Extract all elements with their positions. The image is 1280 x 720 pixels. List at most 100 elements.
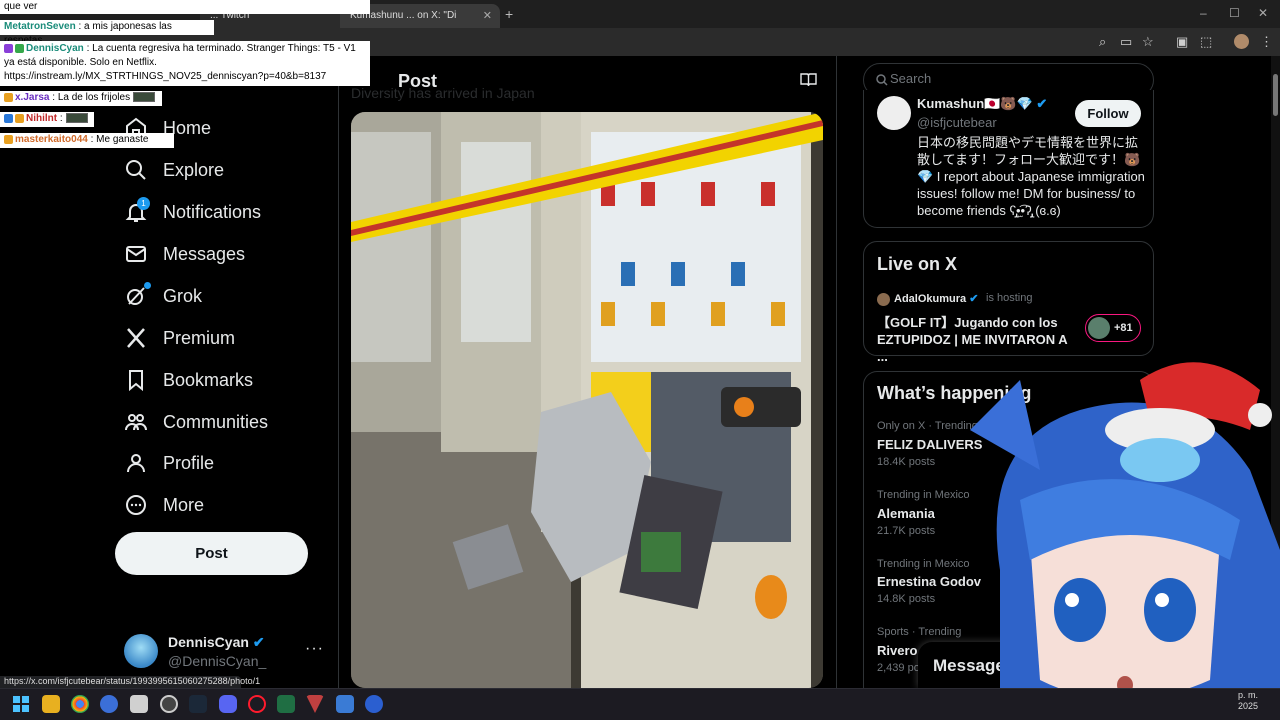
emote-icon	[133, 92, 156, 103]
trend-name[interactable]: Alemania	[877, 506, 935, 521]
cast-icon[interactable]: ▭	[1120, 34, 1132, 50]
account-more-button[interactable]: ···	[305, 640, 324, 658]
host-name-text: AdalOkumura	[894, 293, 967, 305]
nav-more[interactable]: More	[124, 487, 204, 523]
trend-meta: Sports · Trending	[877, 626, 962, 638]
profile-avatar[interactable]	[1234, 34, 1249, 49]
badge-icon	[4, 43, 13, 53]
search-icon	[126, 160, 146, 180]
trend-count: 2,439 po	[877, 662, 920, 674]
app-icon[interactable]	[336, 695, 354, 713]
chat-text: que ver	[4, 1, 38, 12]
post-button[interactable]: Post	[115, 532, 308, 575]
new-tab-button[interactable]: +	[505, 6, 513, 22]
avatar[interactable]	[124, 634, 158, 668]
mail-icon	[126, 246, 146, 262]
link-status-bar: https://x.com/isfjcutebear/status/199399…	[0, 676, 260, 688]
vending-machine-photo	[351, 112, 823, 688]
trend-name[interactable]: Rivero	[877, 643, 917, 658]
scrollbar-thumb[interactable]	[1273, 74, 1278, 116]
chrome-icon[interactable]	[71, 695, 89, 713]
nav-grok[interactable]: Grok	[124, 278, 202, 314]
chat-username: masterkaito044	[15, 134, 88, 145]
more-circle-icon	[126, 495, 146, 515]
verified-icon: ✔	[1036, 96, 1048, 111]
opera-icon[interactable]	[248, 695, 266, 713]
profile-name[interactable]: Kumashun🇯🇵🐻💎 ✔	[917, 96, 1047, 112]
badge-icon	[4, 134, 13, 144]
chat-username: x.Jarsa	[15, 92, 50, 103]
grok-dot	[144, 282, 151, 289]
search-input[interactable]	[890, 71, 1140, 86]
nav-label: Profile	[163, 452, 215, 473]
avatar[interactable]	[877, 96, 911, 130]
discord-icon[interactable]	[219, 695, 237, 713]
account-name[interactable]: DennisCyan ✔	[168, 634, 265, 651]
chat-link[interactable]: https://instream.ly/MX_STRTHINGS_NOV25_d…	[4, 71, 326, 82]
chat-username: Nihilnt	[26, 113, 58, 124]
emote-icon	[65, 113, 88, 124]
system-clock[interactable]: p. m. 2025	[1238, 690, 1258, 712]
profile-handle: @isfjcutebear	[917, 115, 997, 130]
badge-icon	[4, 92, 13, 102]
section-title: Live on X	[877, 254, 958, 274]
app-icon[interactable]	[365, 695, 383, 713]
app-icon[interactable]	[277, 695, 295, 713]
trend-meta: Trending in Mexico	[877, 489, 970, 501]
chat-text: : La de los frijoles	[52, 92, 131, 103]
nav-label: Premium	[163, 327, 236, 348]
clock-time: p. m.	[1238, 690, 1259, 700]
trend-count: 18.4K posts	[877, 456, 936, 468]
menu-icon[interactable]: ⋮	[1260, 34, 1273, 50]
maximize-button[interactable]: ☐	[1229, 6, 1240, 20]
nav-communities[interactable]: Communities	[124, 404, 268, 440]
minimize-button[interactable]: –	[1200, 6, 1207, 20]
x-logo-icon	[127, 328, 145, 348]
extensions-icon[interactable]: ⬚	[1200, 34, 1212, 50]
obs-icon[interactable]	[160, 695, 178, 713]
post-text-faded: Diversity has arrived in Japan	[351, 85, 535, 101]
clock-date: 2025	[1238, 701, 1259, 711]
notification-badge: 1	[137, 197, 150, 210]
nav-premium[interactable]: Premium	[124, 320, 235, 356]
app-icon[interactable]	[130, 695, 148, 713]
nav-label: More	[163, 494, 205, 515]
chat-message: x.Jarsa : La de los frijoles	[0, 91, 162, 106]
trend-count: 14.8K posts	[877, 593, 936, 605]
nav-bookmarks[interactable]: Bookmarks	[124, 362, 253, 398]
star-icon[interactable]: ☆	[1142, 34, 1154, 50]
nav-explore[interactable]: Explore	[124, 152, 224, 188]
badge-icon	[15, 43, 24, 53]
nav-label: Notifications	[163, 201, 262, 222]
column-divider	[836, 56, 837, 688]
nav-messages[interactable]: Messages	[124, 236, 245, 272]
post-photo[interactable]	[351, 112, 823, 688]
windows-start-icon[interactable]	[13, 696, 29, 712]
trend-meta: Trending in Mexico	[877, 558, 970, 570]
nav-profile[interactable]: Profile	[124, 445, 214, 481]
close-icon[interactable]: ✕	[483, 9, 492, 22]
nav-label: Communities	[163, 411, 269, 432]
badge-icon	[4, 113, 13, 123]
person-icon	[127, 454, 145, 473]
chat-message: masterkaito044 : Me ganaste jarsa	[0, 133, 174, 159]
profile-name-text: Kumashun🇯🇵🐻💎	[917, 96, 1033, 111]
chat-username: DennisCyan	[26, 43, 84, 54]
chat-message: Nihilnt :	[0, 112, 94, 127]
host-name: AdalOkumura ✔	[894, 292, 978, 305]
avatar	[877, 293, 890, 306]
chat-message: que ver	[0, 0, 370, 14]
people-icon	[125, 414, 147, 431]
zoom-icon[interactable]: ⌕	[1099, 34, 1106, 50]
profile-bio: 日本の移民問題やデモ情報を世界に拡散してます！フォロー大歓迎です！🐻 💎 I r…	[917, 135, 1145, 218]
nav-label: Messages	[163, 243, 246, 264]
verified-icon: ✔	[969, 293, 979, 305]
reader-mode-icon[interactable]	[800, 72, 817, 87]
app-icon[interactable]	[100, 695, 118, 713]
follow-button[interactable]: Follow	[1075, 100, 1141, 127]
close-window-button[interactable]: ✕	[1258, 6, 1268, 20]
steam-icon[interactable]	[189, 695, 207, 713]
tab-search-icon[interactable]: ▣	[1176, 34, 1188, 50]
nav-label: Grok	[163, 285, 203, 306]
file-explorer-icon[interactable]	[42, 695, 60, 713]
